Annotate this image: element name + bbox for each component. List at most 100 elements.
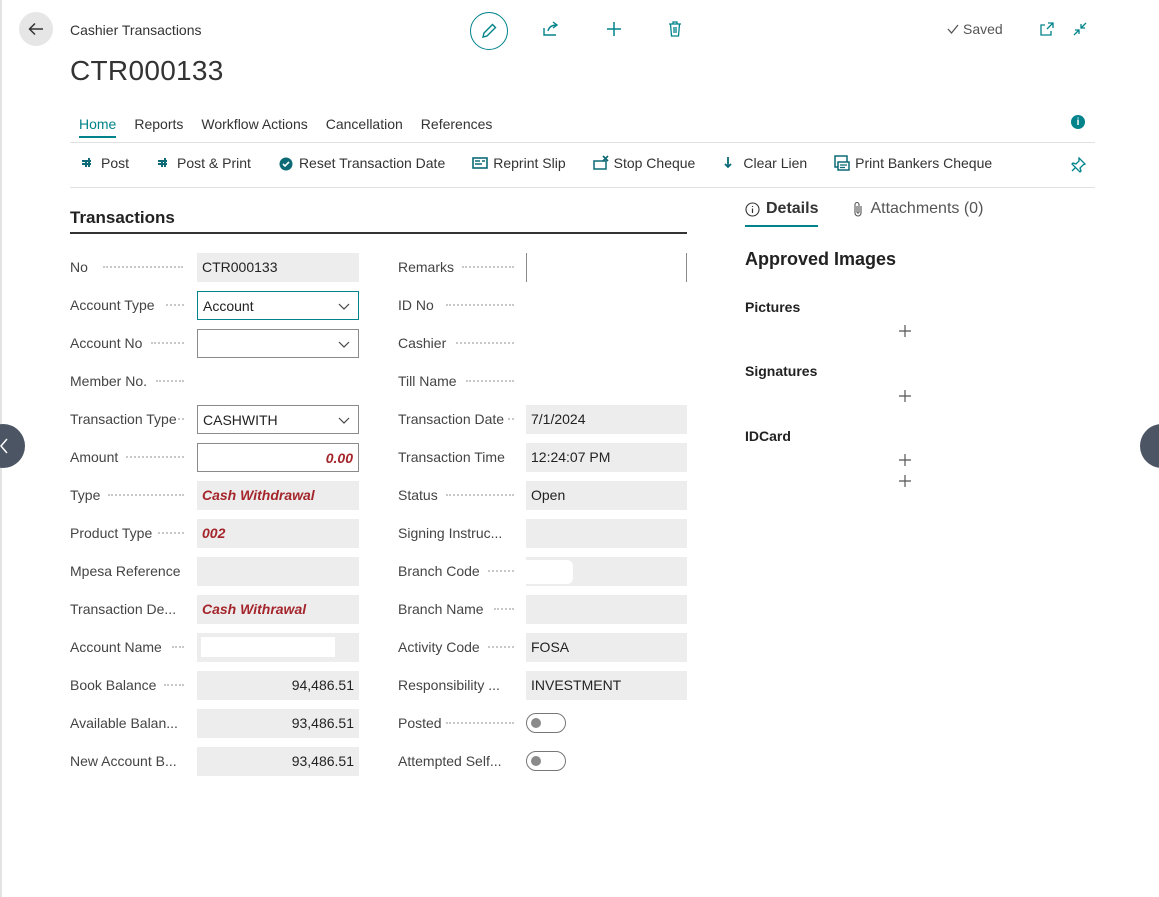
field-label: Remarks	[398, 259, 455, 275]
post-print-button[interactable]: Post & Print	[156, 155, 251, 171]
field-label: Type	[70, 487, 101, 503]
divider	[70, 142, 1095, 143]
tab-workflow-actions[interactable]: Workflow Actions	[192, 112, 316, 138]
factbox-tabs: Details Attachments (0)	[745, 200, 983, 227]
open-new-window-button[interactable]	[1037, 19, 1057, 39]
action-tabs: Home Reports Workflow Actions Cancellati…	[70, 112, 501, 138]
add-signature-icon[interactable]	[898, 389, 912, 403]
tab-attachments[interactable]: Attachments (0)	[852, 200, 983, 227]
clear-lien-label: Clear Lien	[743, 155, 808, 171]
redacted-area	[201, 637, 335, 657]
account-no-select[interactable]	[197, 329, 359, 358]
leader-dots	[466, 380, 514, 382]
field-label: Responsibility ...	[398, 677, 500, 693]
tab-reports[interactable]: Reports	[125, 112, 192, 138]
reset-transaction-date-label: Reset Transaction Date	[298, 155, 446, 171]
post-icon	[82, 158, 91, 167]
product-type-field: 002	[197, 519, 359, 548]
field-label: Status	[398, 487, 438, 503]
leader-dots	[446, 722, 514, 724]
leader-dots	[446, 494, 514, 496]
idcard-heading: IDCard	[745, 428, 791, 444]
info-icon[interactable]: i	[1071, 115, 1085, 129]
plus-icon	[607, 22, 621, 36]
type-field: Cash Withdrawal	[197, 481, 359, 510]
remarks-input[interactable]	[526, 253, 687, 282]
attempted-self-toggle[interactable]	[526, 751, 566, 771]
section-title: Transactions	[70, 208, 175, 227]
leader-dots	[103, 266, 183, 268]
tab-details-label: Details	[766, 200, 819, 217]
pin-icon	[1071, 156, 1087, 173]
stop-cheque-icon	[592, 155, 609, 170]
tab-references[interactable]: References	[412, 112, 502, 138]
clear-lien-button[interactable]: Clear Lien	[722, 155, 807, 171]
field-label: Cashier	[398, 335, 447, 351]
reprint-slip-button[interactable]: Reprint Slip	[472, 155, 566, 171]
transaction-date-field: 7/1/2024	[526, 405, 687, 434]
chevron-down-icon	[338, 303, 350, 310]
tab-home[interactable]: Home	[70, 112, 125, 138]
field-label: Member No.	[70, 373, 148, 389]
pictures-heading: Pictures	[745, 299, 801, 315]
edit-button[interactable]	[470, 12, 508, 50]
add-picture-icon[interactable]	[898, 324, 912, 338]
add-idcard-front-icon[interactable]	[898, 453, 912, 467]
field-label: New Account B...	[70, 753, 177, 769]
post-button[interactable]: Post	[80, 155, 129, 171]
factbox-title: Approved Images	[745, 249, 897, 269]
share-button[interactable]	[541, 19, 561, 39]
info-circle-icon	[745, 201, 760, 217]
trash-icon	[669, 21, 681, 37]
status-field: Open	[526, 481, 687, 510]
breadcrumb: Cashier Transactions	[70, 22, 202, 38]
field-label: Book Balance	[70, 677, 157, 693]
print-bankers-cheque-button[interactable]: Print Bankers Cheque	[834, 155, 992, 171]
leader-dots	[108, 494, 184, 496]
toggle-knob	[531, 718, 541, 728]
signatures-heading: Signatures	[745, 363, 818, 379]
delete-button[interactable]	[665, 19, 685, 39]
mpesa-reference-field	[197, 557, 359, 586]
posted-toggle[interactable]	[526, 713, 566, 733]
amount-input[interactable]: 0.00	[197, 443, 359, 472]
back-button[interactable]	[19, 12, 53, 46]
branch-name-field	[526, 595, 687, 624]
field-label: Signing Instruc...	[398, 525, 503, 541]
add-idcard-back-icon[interactable]	[898, 474, 912, 488]
leader-dots	[456, 342, 514, 344]
available-balance-field: 93,486.51	[197, 709, 359, 738]
field-label: Product Type	[70, 525, 153, 541]
stop-cheque-button[interactable]: Stop Cheque	[592, 155, 695, 171]
next-record-button[interactable]	[1140, 424, 1159, 468]
pin-button[interactable]	[1070, 156, 1087, 176]
reset-transaction-date-button[interactable]: Reset Transaction Date	[278, 155, 445, 171]
new-button[interactable]	[604, 19, 624, 39]
account-type-select[interactable]: Account	[197, 291, 359, 320]
divider	[70, 187, 1095, 188]
print-bankers-cheque-label: Print Bankers Cheque	[855, 155, 993, 171]
leader-dots	[488, 646, 514, 648]
field-label: Account Type	[70, 297, 155, 313]
collapse-button[interactable]	[1070, 19, 1090, 39]
leader-dots	[156, 380, 184, 382]
page-title: CTR000133	[70, 55, 224, 86]
leader-dots	[508, 418, 514, 420]
transaction-description-field: Cash Withrawal	[197, 595, 359, 624]
previous-record-button[interactable]	[0, 424, 25, 468]
field-label: Account Name	[70, 639, 162, 655]
transaction-time-field: 12:24:07 PM	[526, 443, 687, 472]
field-label: Attempted Self...	[398, 753, 502, 769]
new-account-balance-field: 93,486.51	[197, 747, 359, 776]
field-label: Amount	[70, 449, 119, 465]
post-label: Post	[101, 155, 130, 171]
tab-cancellation[interactable]: Cancellation	[317, 112, 412, 138]
field-label: Posted	[398, 715, 442, 731]
tab-details[interactable]: Details	[745, 200, 819, 227]
field-label: Available Balan...	[70, 715, 178, 731]
collapse-icon	[1073, 22, 1087, 36]
transaction-type-select[interactable]: CASHWITH	[197, 405, 359, 434]
saved-status: Saved	[946, 21, 1003, 37]
account-name-field	[197, 633, 359, 662]
back-arrow-icon	[28, 22, 43, 36]
